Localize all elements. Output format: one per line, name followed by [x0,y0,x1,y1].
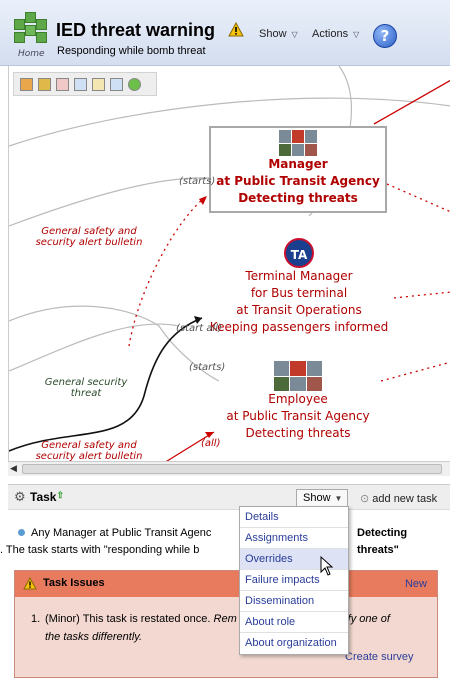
edge-label-start-all: (start all) [176,323,222,334]
task-description: Any Manager at Public Transit Agenc Detec… [0,525,450,559]
issue-text: (Minor) This task is restated once. [45,613,214,625]
issue-item: 1. (Minor) This task is restated once. R… [15,597,437,646]
create-survey-link[interactable]: Create survey [345,651,413,663]
add-new-task-link[interactable]: ⊙ add new task [360,492,437,505]
bus-photo-icon [274,361,322,391]
up-arrow-icon[interactable]: ⇧ [56,490,64,500]
chevron-down-icon: ▽ [291,30,298,39]
zoom-icon[interactable] [74,78,87,91]
bookmark-icon[interactable] [38,78,51,91]
gear-icon[interactable]: ⚙ [14,490,26,505]
node-line: for Bus terminal [250,286,348,300]
menu-item-about-role[interactable]: About role [240,612,348,633]
bus-photo-icon [279,130,317,156]
fit-icon[interactable] [92,78,105,91]
home-button[interactable]: Home [12,12,50,64]
node-line: Employee [268,392,328,406]
node-line: Manager [268,157,328,171]
help-small-icon[interactable] [128,78,141,91]
edge-label-starts: (starts) [189,362,226,373]
home-label: Home [18,49,45,59]
show-label: Show [259,28,287,40]
issue-number: 1. [31,613,41,625]
warning-icon [228,22,244,37]
new-issue-link[interactable]: New [405,578,427,590]
issue-text-italic: Rem [213,613,237,625]
flow-label-bulletin[interactable]: General safety and security alert bullet… [33,440,145,462]
chevron-down-icon: ▼ [334,494,343,503]
page-subtitle: Responding while bomb threat [57,45,206,57]
menu-item-assignments[interactable]: Assignments [240,528,348,549]
menu-item-about-organization[interactable]: About organization [240,633,348,654]
node-line: at Public Transit Agency [216,174,380,188]
role-node-employee[interactable]: Employee at Public Transit Agency Detect… [214,361,382,442]
mouse-cursor-icon [320,556,334,576]
task-show-button[interactable]: Show ▼ [296,489,348,507]
node-line: Detecting threats [245,426,351,440]
scroll-thumb[interactable] [22,464,442,474]
task-show-label: Show [303,492,331,504]
edge-label-starts: (starts) [179,176,216,187]
task-panel-header: ⚙ Task⇧ Show ▼ ⊙ add new task [8,484,450,510]
help-icon[interactable]: ? [373,24,397,48]
node-line: at Transit Operations [236,303,362,317]
home-cubes-icon [12,12,50,46]
page-title: IED threat warning [56,20,216,40]
page-header: Home IED threat warning Responding while… [0,0,450,66]
flow-map[interactable]: Manager at Public Transit Agency Detecti… [8,66,450,476]
transit-agency-logo-icon: TA [284,238,314,268]
warning-icon [23,577,37,590]
bullet-icon [18,529,25,536]
task-show-dropdown: Details Assignments Overrides Failure im… [239,506,349,655]
layout-icon[interactable] [20,78,33,91]
task-panel-title: Task⇧ [30,490,64,504]
task-title-text: Task [30,490,57,504]
map-horizontal-scrollbar[interactable]: ◀ [8,461,450,476]
map-toolbar [13,72,157,96]
task-desc-prefix: Any Manager at Public Transit Agenc [31,527,212,539]
node-line: Detecting threats [238,191,358,205]
node-line: Keeping passengers informed [209,320,389,334]
flow-label-bulletin[interactable]: General safety and security alert bullet… [33,226,145,248]
task-issues-panel: Task Issues New 1. (Minor) This task is … [14,570,438,678]
actions-label: Actions [312,28,349,40]
task-issues-title: Task Issues [43,577,105,589]
task-desc-suffix: Detecting threats" [357,527,408,556]
edge-label-all: (all) [201,438,221,449]
task-issues-header: Task Issues New [15,571,437,597]
issue-text-italic: the tasks differently. [45,631,143,643]
menu-item-details[interactable]: Details [240,507,348,528]
show-menu-button[interactable]: Show ▽ [259,28,298,40]
add-task-label: add new task [372,493,438,505]
menu-item-dissemination[interactable]: Dissemination [240,591,348,612]
role-node-terminal-manager[interactable]: TA Terminal Manager for Bus terminal at … [204,238,394,336]
role-node-manager[interactable]: Manager at Public Transit Agency Detecti… [209,126,387,213]
actions-menu-button[interactable]: Actions ▽ [312,28,359,40]
network-icon[interactable] [56,78,69,91]
node-line: Terminal Manager [245,269,353,283]
node-line: at Public Transit Agency [226,409,370,423]
chevron-down-icon: ▽ [353,30,360,39]
scroll-left-icon[interactable]: ◀ [10,464,17,474]
flow-label-threat[interactable]: General security threat [43,377,129,399]
add-icon: ⊙ [360,493,370,505]
grid-icon[interactable] [110,78,123,91]
